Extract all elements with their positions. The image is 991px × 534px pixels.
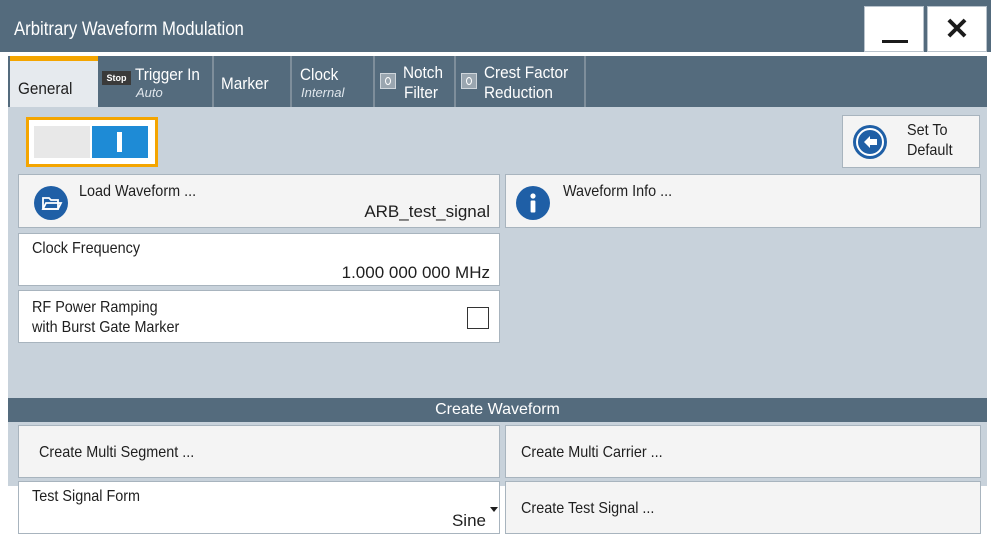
tab-general[interactable]: General: [10, 56, 98, 107]
waveform-info-button[interactable]: Waveform Info ...: [505, 174, 981, 228]
notch-filter-status-led: [380, 73, 396, 89]
toggle-on-segment: [92, 126, 148, 158]
tab-trigger-in-status: Auto: [136, 85, 163, 100]
tab-crest-factor-reduction[interactable]: Crest Factor Reduction: [456, 56, 586, 107]
title-bar: Arbitrary Waveform Modulation ✕: [0, 0, 991, 52]
dropdown-arrow-icon: [490, 507, 498, 512]
window-title: Arbitrary Waveform Modulation: [14, 19, 244, 40]
minimize-button[interactable]: [864, 6, 924, 52]
create-multi-segment-button[interactable]: Create Multi Segment ...: [18, 425, 500, 478]
rf-power-ramping-label-2: with Burst Gate Marker: [32, 319, 180, 336]
state-toggle[interactable]: [26, 117, 158, 167]
info-icon: [516, 186, 550, 220]
tab-notch-filter-label-1: Notch: [403, 63, 443, 82]
create-test-signal-button[interactable]: Create Test Signal ...: [505, 481, 981, 534]
tab-notch-filter[interactable]: Notch Filter: [375, 56, 456, 107]
test-signal-form-dropdown[interactable]: Test Signal Form Sine: [18, 481, 500, 534]
close-button[interactable]: ✕: [927, 6, 987, 52]
tab-marker-label: Marker: [221, 74, 269, 93]
crest-factor-status-led: [461, 73, 477, 89]
clock-frequency-label: Clock Frequency: [32, 240, 141, 257]
set-to-default-label-1: Set To: [907, 122, 948, 139]
folder-open-icon: [34, 186, 68, 220]
create-multi-carrier-button[interactable]: Create Multi Carrier ...: [505, 425, 981, 478]
arrow-left-icon: [853, 125, 887, 159]
tab-clock-status: Internal: [301, 85, 345, 100]
set-to-default-label-2: Default: [907, 142, 953, 159]
tab-notch-filter-label-2: Filter: [404, 83, 439, 102]
load-waveform-label: Load Waveform ...: [79, 183, 197, 200]
minimize-icon: [882, 40, 908, 43]
clock-frequency-value: 1.000 000 000 MHz: [341, 263, 490, 282]
stop-badge: Stop: [102, 71, 131, 85]
create-waveform-header: Create Waveform: [8, 398, 987, 422]
general-settings-panel: Set To Default Load Waveform ... ARB_tes…: [8, 107, 987, 534]
close-icon: ✕: [944, 13, 970, 46]
tab-general-label: General: [18, 79, 73, 98]
create-multi-segment-label: Create Multi Segment ...: [39, 444, 195, 461]
tab-crest-factor-label-2: Reduction: [484, 83, 553, 102]
tab-clock[interactable]: Clock Internal: [292, 56, 375, 107]
load-waveform-button[interactable]: Load Waveform ... ARB_test_signal: [18, 174, 500, 228]
clock-frequency-field[interactable]: Clock Frequency 1.000 000 000 MHz: [18, 233, 500, 286]
dialog-body: General Stop Trigger In Auto Marker Cloc…: [8, 56, 987, 534]
tab-bar: General Stop Trigger In Auto Marker Cloc…: [8, 56, 987, 107]
tab-clock-label: Clock: [300, 65, 339, 84]
arbitrary-waveform-modulation-dialog: Arbitrary Waveform Modulation ✕ General …: [0, 0, 991, 534]
create-test-signal-label: Create Test Signal ...: [521, 500, 655, 517]
rf-power-ramping-field: RF Power Ramping with Burst Gate Marker: [18, 290, 500, 343]
test-signal-form-label: Test Signal Form: [32, 488, 141, 505]
rf-power-ramping-checkbox[interactable]: [467, 307, 489, 329]
tab-marker[interactable]: Marker: [214, 56, 292, 107]
tab-trigger-in[interactable]: Stop Trigger In Auto: [98, 56, 214, 107]
create-multi-carrier-label: Create Multi Carrier ...: [521, 444, 663, 461]
test-signal-form-value: Sine: [451, 511, 486, 530]
toggle-off-segment: [34, 126, 90, 158]
rf-power-ramping-label-1: RF Power Ramping: [32, 299, 158, 316]
waveform-info-label: Waveform Info ...: [563, 183, 673, 200]
toggle-on-indicator: [117, 132, 122, 152]
tab-trigger-in-label: Trigger In: [135, 65, 200, 84]
tab-crest-factor-label-1: Crest Factor: [484, 63, 569, 82]
set-to-default-button[interactable]: Set To Default: [842, 115, 980, 168]
loaded-waveform-name: ARB_test_signal: [364, 202, 490, 221]
